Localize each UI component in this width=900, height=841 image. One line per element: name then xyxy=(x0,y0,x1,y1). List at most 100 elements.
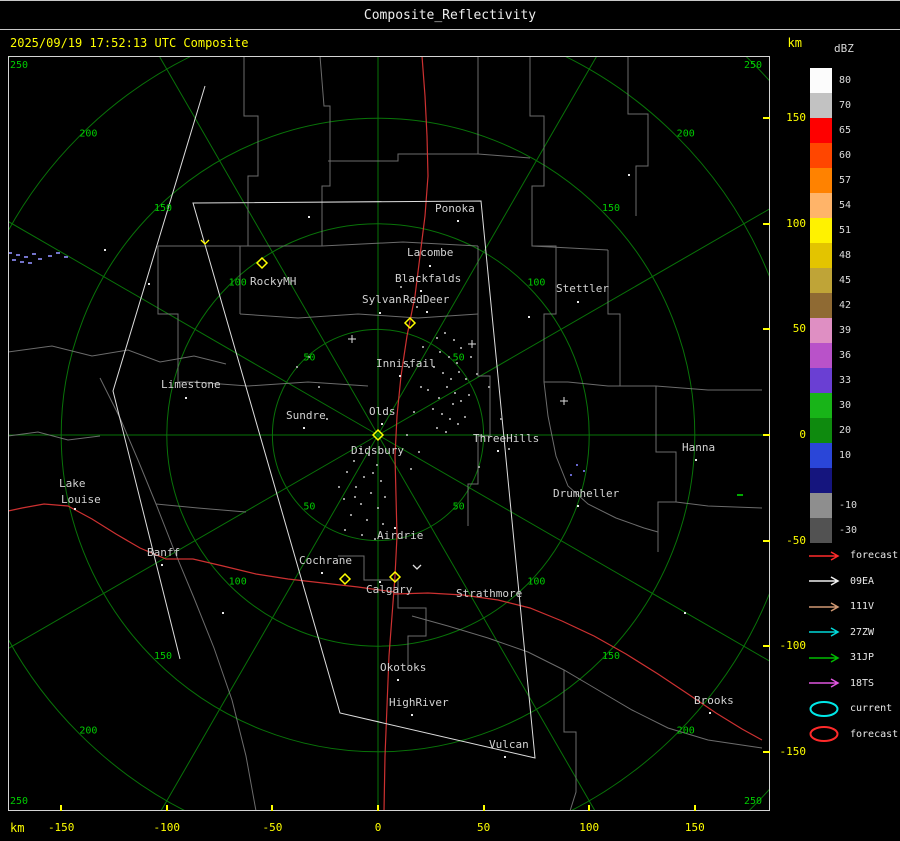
echo-speckle xyxy=(508,448,510,450)
echo-speckle xyxy=(318,386,320,388)
echo-speckle xyxy=(460,347,462,349)
city-label: Louise xyxy=(61,493,101,506)
colorbar-row: 33 xyxy=(810,368,867,393)
echo-speckle xyxy=(350,514,352,516)
chevron-mark xyxy=(200,239,210,245)
echo-speckle xyxy=(343,498,345,500)
echo-speckle-blue xyxy=(48,255,52,257)
city-dot xyxy=(381,423,383,425)
range-ring-label: 150 xyxy=(154,651,172,662)
city-label: Calgary xyxy=(366,583,413,596)
ellipse-glyph xyxy=(809,726,839,743)
colorbar-swatch xyxy=(810,168,832,193)
highway xyxy=(8,503,395,593)
radar-map-viewport[interactable]: Ponoka Lacombe Blackfalds RedDeer Sylvan Rock… xyxy=(8,56,770,811)
legend-arrow-icon xyxy=(809,551,840,561)
echo-speckle-misc xyxy=(570,474,572,476)
city-label: Cochrane xyxy=(299,554,352,567)
echo-speckle xyxy=(460,400,462,402)
right-axis-tick-label: 0 xyxy=(799,428,806,441)
range-ring-label: 250 xyxy=(744,60,762,71)
bottom-axis-unit-label: km xyxy=(10,821,25,835)
colorbar-value-label: 54 xyxy=(839,200,852,211)
colorbar-swatch xyxy=(810,68,832,93)
right-axis-tick-mark xyxy=(763,645,770,648)
colorbar-row: 30 xyxy=(810,393,867,418)
city-dot xyxy=(411,714,413,716)
echo-speckle xyxy=(416,306,418,308)
echo-speckle xyxy=(418,451,420,453)
city-dot xyxy=(161,564,163,566)
map-speck xyxy=(104,249,106,251)
right-axis-tick-mark xyxy=(763,750,770,753)
echo-speckle-blue xyxy=(28,262,32,264)
range-ring-label: 200 xyxy=(677,128,695,139)
county-boundary xyxy=(411,615,763,749)
city-label: Okotoks xyxy=(380,661,426,674)
echo-speckle xyxy=(470,356,472,358)
echo-speckle xyxy=(376,464,378,466)
echo-speckle xyxy=(406,434,408,436)
echo-speckle xyxy=(464,416,466,418)
colorbar-value-label: 60 xyxy=(839,150,852,161)
bottom-axis-tick-label: -100 xyxy=(153,821,181,834)
echo-speckle xyxy=(442,372,444,374)
city-dot xyxy=(420,290,422,292)
echo-speckle xyxy=(432,408,434,410)
echo-speckle xyxy=(449,418,451,420)
echo-speckle xyxy=(441,413,443,415)
radial-spoke xyxy=(377,434,770,662)
bottom-axis-tick-mark xyxy=(271,805,274,811)
echo-speckle xyxy=(355,486,357,488)
city-label: HighRiver xyxy=(389,696,449,709)
arrow-glyph xyxy=(809,627,840,637)
colorbar-value-label: 48 xyxy=(839,250,852,261)
echo-speckle xyxy=(338,486,340,488)
colorbar-swatch xyxy=(810,118,832,143)
range-ring-label: 100 xyxy=(229,278,247,289)
colorbar-value-label: 51 xyxy=(839,225,852,236)
radar-map-canvas[interactable]: Ponoka Lacombe Blackfalds RedDeerSylvan Rock… xyxy=(8,56,770,811)
range-ring-label: 100 xyxy=(527,576,545,587)
city-dot xyxy=(429,265,431,267)
county-boundaries xyxy=(8,56,763,811)
echo-speckle xyxy=(346,471,348,473)
city-label: Vulcan xyxy=(489,738,529,751)
colorbar-row: 45 xyxy=(810,268,867,293)
legend-arrow-icon xyxy=(809,602,840,612)
colorbar-row: 39 xyxy=(810,318,867,343)
echo-speckle xyxy=(384,496,386,498)
echo-speckle-blue xyxy=(24,256,28,258)
bottom-axis-tick-mark xyxy=(165,805,168,811)
city-dot xyxy=(379,312,381,314)
colorbar-swatch xyxy=(810,368,832,393)
city-dot xyxy=(577,301,579,303)
arrow-glyph xyxy=(809,551,840,561)
range-ring-label: 250 xyxy=(10,796,28,807)
colorbar-row: 36 xyxy=(810,343,867,368)
right-axis-tick-mark xyxy=(763,222,770,225)
county-boundary xyxy=(338,555,427,666)
legend-item-label: 31JP xyxy=(850,652,875,664)
plus-mark xyxy=(348,335,356,343)
bottom-axis-tick-label: 100 xyxy=(579,821,600,834)
colorbar-value-label: 30 xyxy=(839,400,852,411)
city-dot xyxy=(577,505,579,507)
colorbar-row: 48 xyxy=(810,243,867,268)
colorbar-row: 70 xyxy=(810,93,867,118)
right-axis-tick-mark xyxy=(763,117,770,120)
echo-speckle xyxy=(445,431,447,433)
echo-speckle xyxy=(452,403,454,405)
city-label: Banff xyxy=(147,546,180,559)
colorbar-swatch xyxy=(810,418,832,443)
colorbar-swatch xyxy=(810,243,832,268)
bottom-axis-tick-mark xyxy=(588,805,591,811)
county-boundary xyxy=(155,503,247,513)
echo-speckle xyxy=(400,286,402,288)
city-label: RedDeer xyxy=(403,293,450,306)
highway xyxy=(393,592,763,741)
colorbar-swatch xyxy=(810,468,832,493)
colorbar-row: 51 xyxy=(810,218,867,243)
colorbar-swatch xyxy=(810,343,832,368)
range-ring-label: 100 xyxy=(229,576,247,587)
